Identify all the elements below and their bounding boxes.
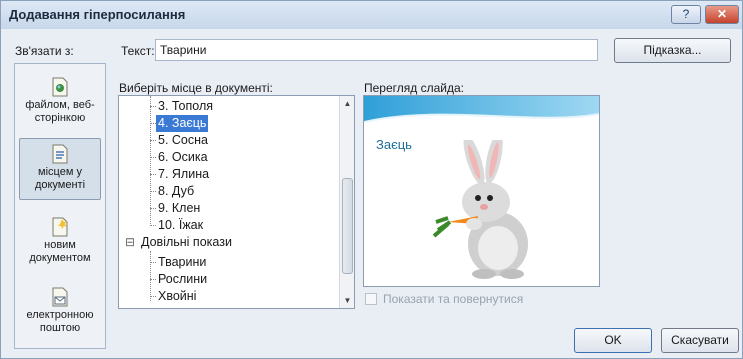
tree-connector	[150, 279, 156, 280]
tree-item[interactable]: 8. Дуб	[158, 183, 194, 200]
tree-connector	[150, 251, 151, 301]
link-target-email[interactable]: електронною поштою	[19, 282, 101, 344]
tree-connector	[150, 106, 156, 107]
scroll-thumb[interactable]	[342, 178, 353, 274]
tree-item[interactable]: Хвойні	[158, 288, 196, 305]
place-in-document-icon	[52, 144, 68, 164]
expand-toggle-icon[interactable]: ⊟	[125, 234, 135, 251]
tree-connector	[150, 208, 156, 209]
tree-item[interactable]: 6. Осика	[158, 149, 208, 166]
link-to-panel: файлом, веб-сторінкою місцем у документі…	[14, 63, 106, 349]
new-document-icon	[52, 217, 68, 237]
tree-connector	[150, 191, 156, 192]
title-bar: Додавання гіперпосилання ? ✕	[1, 1, 742, 29]
tree-item[interactable]: 9. Клен	[158, 200, 200, 217]
tree-item[interactable]: Рослини	[158, 271, 207, 288]
slide-preview-label: Перегляд слайда:	[364, 81, 464, 95]
help-button[interactable]: ?	[671, 5, 701, 24]
tree-connector	[150, 225, 156, 226]
slide-title: Заєць	[376, 137, 412, 152]
link-target-new-document[interactable]: новим документом	[19, 212, 101, 274]
show-and-return-checkbox[interactable]	[365, 293, 377, 305]
hyperlink-dialog: Додавання гіперпосилання ? ✕ Зв'язати з:…	[0, 0, 743, 359]
choose-place-label: Виберіть місце в документі:	[119, 81, 273, 95]
link-target-label: електронною поштою	[26, 309, 94, 334]
tree-item[interactable]: 5. Сосна	[158, 132, 208, 149]
show-and-return-label: Показати та повернутися	[383, 292, 524, 306]
screentip-button[interactable]: Підказка...	[614, 38, 731, 63]
cancel-button[interactable]: Скасувати	[661, 328, 739, 353]
link-to-label: Зв'язати з:	[15, 44, 74, 58]
tree-connector	[150, 157, 156, 158]
scroll-up-icon[interactable]: ▲	[340, 96, 354, 111]
file-web-icon	[52, 77, 68, 97]
link-target-place-in-document[interactable]: місцем у документі	[19, 138, 101, 200]
link-target-label: файлом, веб-сторінкою	[25, 99, 95, 124]
close-button[interactable]: ✕	[705, 5, 739, 24]
tree-item[interactable]: 10. Їжак	[158, 217, 203, 234]
tree-item[interactable]: Тварини	[158, 254, 206, 271]
tree-connector	[150, 140, 156, 141]
tree-item-selected[interactable]: 4. Заєць	[156, 115, 209, 132]
email-icon	[52, 287, 68, 307]
display-text-input[interactable]: Тварини	[155, 39, 598, 61]
document-place-tree[interactable]: 3. Тополя 4. Заєць 5. Сосна 6. Осика 7. …	[118, 95, 355, 309]
tree-connector	[150, 296, 156, 297]
link-target-label: новим документом	[29, 239, 91, 264]
tree-connector	[150, 174, 156, 175]
text-label: Текст:	[121, 44, 155, 58]
tree-connector	[150, 262, 156, 263]
link-target-file-web[interactable]: файлом, веб-сторінкою	[19, 72, 101, 134]
tree-scrollbar[interactable]: ▲ ▼	[339, 96, 354, 308]
tree-item[interactable]: 3. Тополя	[158, 98, 213, 115]
tree-item[interactable]: 7. Ялина	[158, 166, 209, 183]
ok-button[interactable]: OK	[574, 328, 652, 353]
scroll-down-icon[interactable]: ▼	[340, 293, 354, 308]
slide-preview: Заєць	[363, 95, 600, 287]
tree-connector	[150, 96, 151, 226]
link-target-label: місцем у документі	[34, 166, 86, 191]
rabbit-image	[432, 140, 528, 279]
tree-group-custom-shows[interactable]: Довільні покази	[141, 234, 232, 251]
dialog-title: Додавання гіперпосилання	[9, 7, 186, 22]
